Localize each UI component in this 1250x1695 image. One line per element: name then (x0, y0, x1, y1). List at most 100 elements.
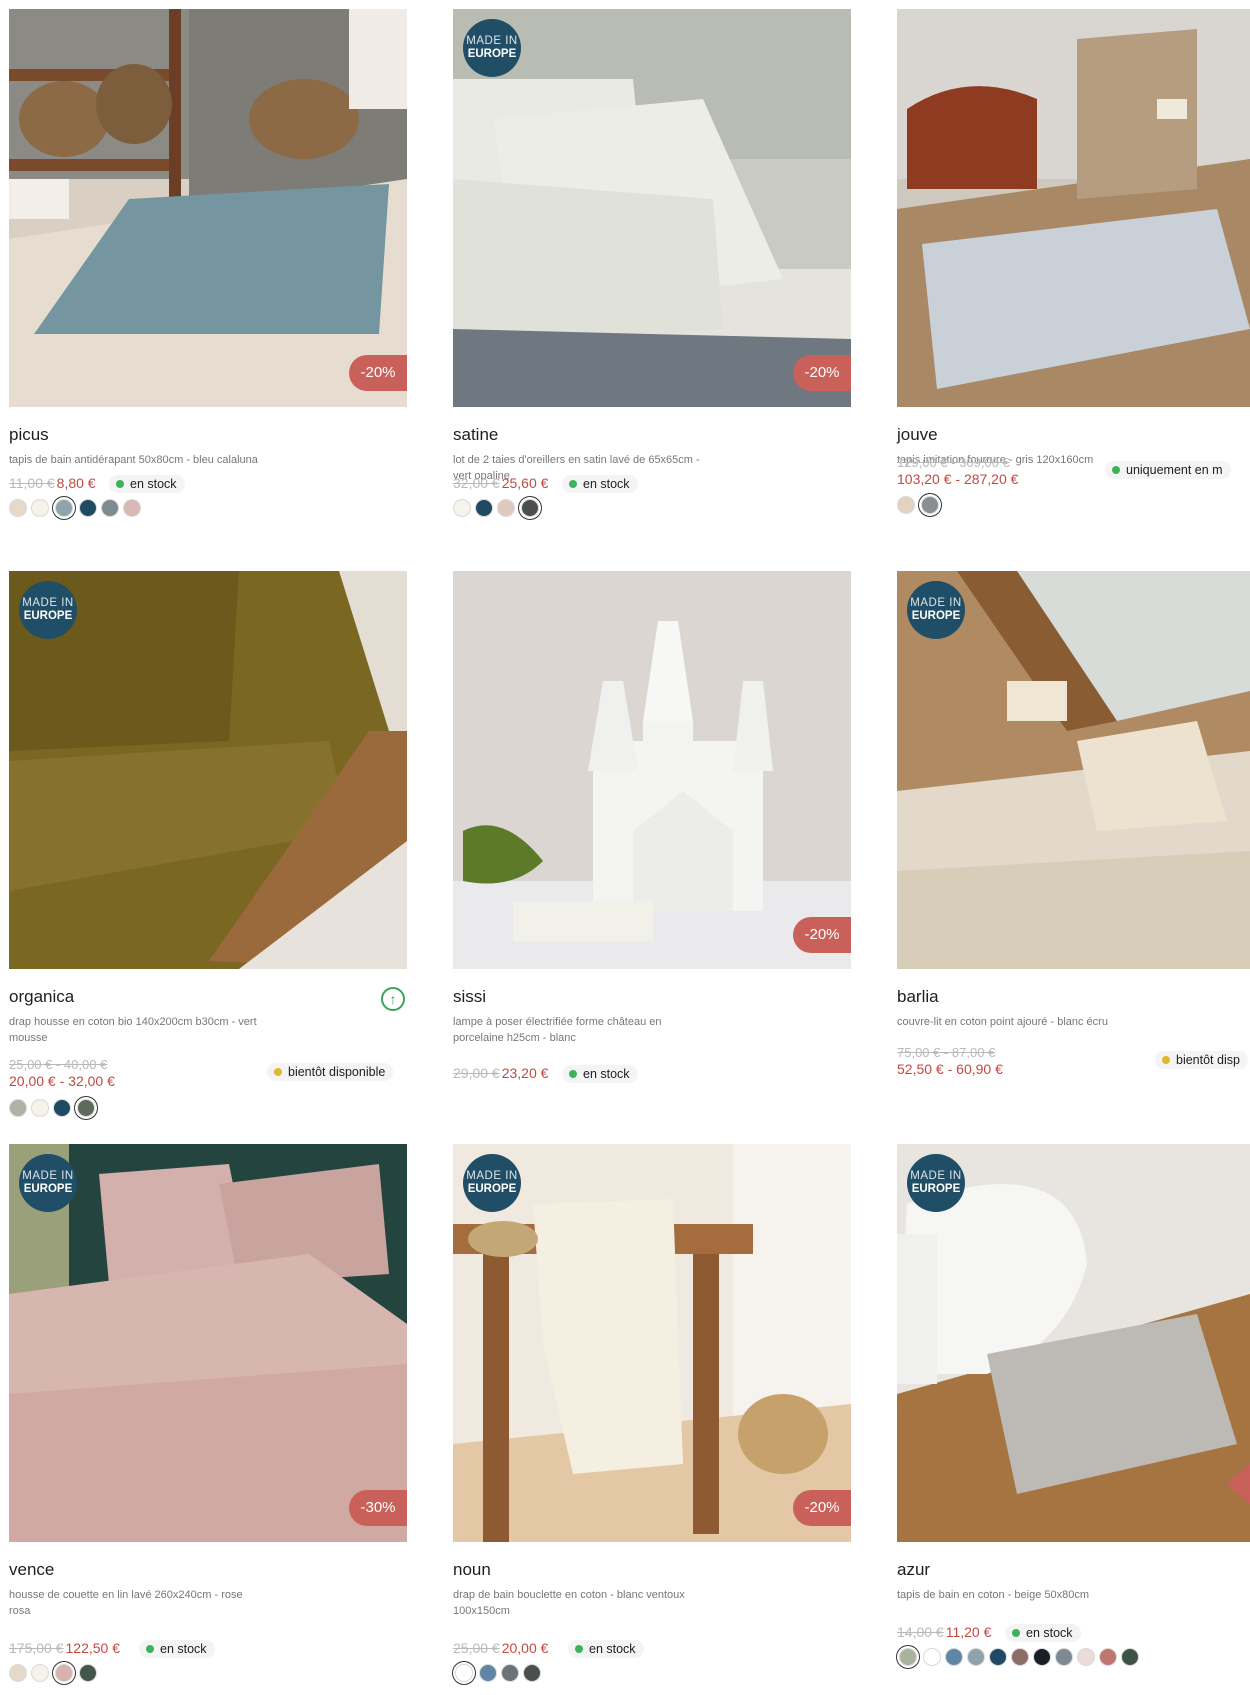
product-card[interactable]: MADE IN EUROPE barlia couvre-lit en coton… (897, 571, 1250, 1077)
pillows-photo (453, 9, 851, 407)
color-swatch[interactable] (921, 496, 939, 514)
discount-badge: -20% (793, 1490, 851, 1526)
color-swatch[interactable] (1011, 1648, 1029, 1666)
color-swatch[interactable] (55, 499, 73, 517)
product-name[interactable]: barlia (897, 987, 939, 1007)
old-price: 129,00 € - 309,00 € (897, 455, 1010, 470)
color-swatch[interactable] (897, 496, 915, 514)
product-name[interactable]: noun (453, 1560, 491, 1580)
discount-badge: -30% (349, 1490, 407, 1526)
stock-status-label: en stock (1026, 1626, 1073, 1640)
product-image[interactable]: MADE IN EUROPE -20% (453, 9, 851, 407)
status-dot-icon (1012, 1629, 1020, 1637)
made-in-europe-badge: MADE IN EUROPE (19, 1154, 77, 1212)
old-price: 175,00 € (9, 1640, 64, 1656)
product-card[interactable]: jouve tapis imitation fourrure - gris 120… (897, 9, 1250, 514)
color-swatches (897, 496, 945, 518)
color-swatch[interactable] (55, 1664, 73, 1682)
stock-status-label: bientôt disp (1176, 1053, 1240, 1067)
product-card[interactable]: -20% picus tapis de bain antidérapant 50x… (9, 9, 407, 517)
stock-status-label: uniquement en m (1126, 463, 1223, 477)
color-swatch[interactable] (521, 499, 539, 517)
color-swatch[interactable] (989, 1648, 1007, 1666)
color-swatches (9, 1099, 101, 1121)
product-name[interactable]: satine (453, 425, 498, 445)
color-swatches (897, 1648, 1143, 1670)
new-price: 52,50 € - 60,90 € (897, 1061, 1003, 1077)
color-swatch[interactable] (31, 1664, 49, 1682)
color-swatch[interactable] (77, 1099, 95, 1117)
stock-status-label: en stock (583, 477, 630, 491)
color-swatch[interactable] (501, 1664, 519, 1682)
color-swatch[interactable] (79, 499, 97, 517)
status-dot-icon (569, 1070, 577, 1078)
color-swatch[interactable] (1055, 1648, 1073, 1666)
status-dot-icon (116, 480, 124, 488)
product-card[interactable]: -20% sissi lampe à poser électrifiée form… (453, 571, 851, 1083)
product-card[interactable]: MADE IN EUROPE -20% noun drap de bain bou… (453, 1144, 851, 1682)
product-image[interactable]: MADE IN EUROPE -30% (9, 1144, 407, 1542)
color-swatch[interactable] (1033, 1648, 1051, 1666)
color-swatch[interactable] (9, 1099, 27, 1117)
color-swatch[interactable] (475, 499, 493, 517)
stock-status-label: bientôt disponible (288, 1065, 386, 1079)
price-row: 32,00 €25,60 € (453, 475, 548, 491)
product-name[interactable]: picus (9, 425, 49, 445)
price-row: 175,00 €122,50 € (9, 1640, 120, 1656)
color-swatches (453, 1664, 545, 1686)
product-card[interactable]: MADE IN EUROPE organica drap housse en co… (9, 571, 407, 1117)
stock-status-badge: en stock (562, 475, 638, 493)
fur-rug-photo (897, 9, 1250, 407)
new-price: 23,20 € (501, 1065, 549, 1081)
color-swatches (453, 499, 545, 521)
color-swatch[interactable] (123, 499, 141, 517)
color-swatch[interactable] (899, 1648, 917, 1666)
stock-status-badge: bientôt disp (1155, 1051, 1248, 1069)
discount-badge: -20% (349, 355, 407, 391)
product-image[interactable]: -20% (453, 571, 851, 969)
product-card[interactable]: MADE IN EUROPE azur tapis de bain en coto… (897, 1144, 1250, 1666)
product-image[interactable] (897, 9, 1250, 407)
color-swatch[interactable] (9, 1664, 27, 1682)
color-swatches (9, 1664, 101, 1686)
product-image[interactable]: MADE IN EUROPE (897, 1144, 1250, 1542)
color-swatch[interactable] (1077, 1648, 1095, 1666)
product-name[interactable]: sissi (453, 987, 486, 1007)
color-swatch[interactable] (1099, 1648, 1117, 1666)
stock-status-badge: bientôt disponible (267, 1063, 394, 1081)
stock-status-badge: en stock (562, 1065, 638, 1083)
product-name[interactable]: organica (9, 987, 74, 1007)
product-name[interactable]: jouve (897, 425, 938, 445)
old-price: 75,00 € - 87,00 € (897, 1045, 996, 1060)
product-description: tapis de bain antidérapant 50x80cm - ble… (9, 454, 258, 466)
color-swatch[interactable] (523, 1664, 541, 1682)
product-name[interactable]: vence (9, 1560, 54, 1580)
product-image[interactable]: MADE IN EUROPE (9, 571, 407, 969)
product-image[interactable]: MADE IN EUROPE -20% (453, 1144, 851, 1542)
color-swatches (9, 499, 145, 521)
color-swatch[interactable] (101, 499, 119, 517)
color-swatch[interactable] (79, 1664, 97, 1682)
color-swatch[interactable] (455, 1664, 473, 1682)
discount-badge: -20% (793, 355, 851, 391)
product-card[interactable]: MADE IN EUROPE -20% satine lot de 2 taies… (453, 9, 851, 517)
product-description: drap housse en coton bio 140x200cm b30cm… (9, 1016, 257, 1044)
product-card[interactable]: MADE IN EUROPE -30% vence housse de couet… (9, 1144, 407, 1682)
color-swatch[interactable] (497, 499, 515, 517)
product-image[interactable]: MADE IN EUROPE (897, 571, 1250, 969)
color-swatch[interactable] (53, 1099, 71, 1117)
product-image[interactable]: -20% (9, 9, 407, 407)
color-swatch[interactable] (1121, 1648, 1139, 1666)
product-description: housse de couette en lin lavé 260x240cm … (9, 1589, 243, 1617)
made-in-europe-badge: MADE IN EUROPE (463, 19, 521, 77)
duvet-cover-photo (9, 1144, 407, 1542)
color-swatch[interactable] (31, 1099, 49, 1117)
color-swatch[interactable] (967, 1648, 985, 1666)
color-swatch[interactable] (923, 1648, 941, 1666)
color-swatch[interactable] (31, 499, 49, 517)
color-swatch[interactable] (479, 1664, 497, 1682)
color-swatch[interactable] (945, 1648, 963, 1666)
product-name[interactable]: azur (897, 1560, 930, 1580)
color-swatch[interactable] (453, 499, 471, 517)
color-swatch[interactable] (9, 499, 27, 517)
